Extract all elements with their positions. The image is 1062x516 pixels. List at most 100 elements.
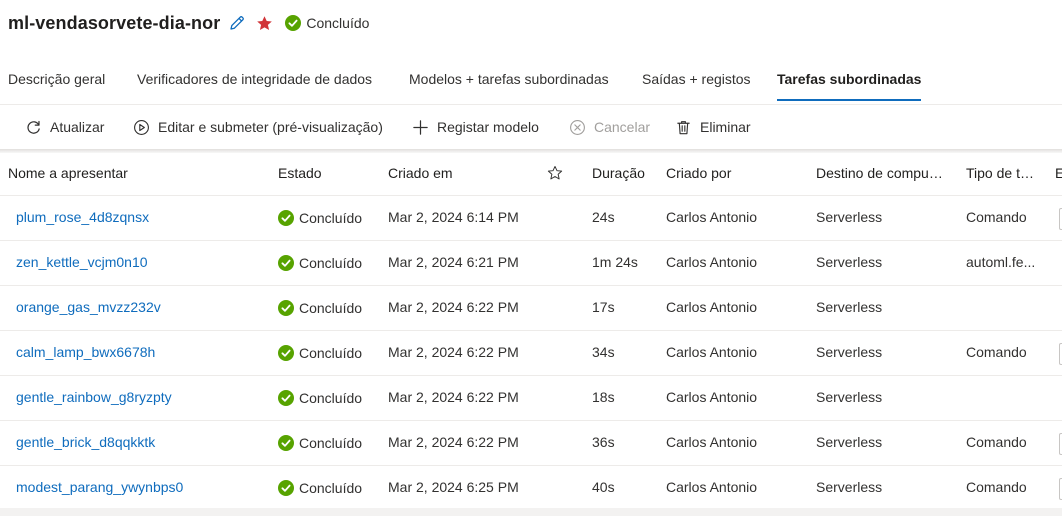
job-name-link[interactable]: zen_kettle_vcjm0n10 xyxy=(16,241,266,285)
job-name-link[interactable]: orange_gas_mvzz232v xyxy=(16,286,266,330)
add-icon xyxy=(413,119,428,135)
job-name-link[interactable]: modest_parang_ywynbps0 xyxy=(16,466,266,510)
edit-submit-label: Editar e submeter (pré-visualização) xyxy=(158,119,383,135)
compute-cell: Serverless xyxy=(816,254,883,270)
tab-overview[interactable]: Descrição geral xyxy=(8,58,105,104)
tab-data-guardrails[interactable]: Verificadores de integridade de dados xyxy=(137,58,372,104)
job-type-cell: Comando xyxy=(966,479,1027,495)
status-cell: Concluído xyxy=(278,421,378,465)
job-name-link[interactable]: gentle_brick_d8qqkktk xyxy=(16,421,266,465)
favorite-star-icon[interactable] xyxy=(256,15,273,32)
cancel-button[interactable]: Cancelar xyxy=(569,105,650,149)
status-cell: Concluído xyxy=(278,331,378,375)
job-type-cell: Comando xyxy=(966,209,1027,225)
success-check-icon xyxy=(278,435,294,451)
duration-cell: 36s xyxy=(592,434,615,450)
status-label: Concluído xyxy=(299,434,363,451)
job-type-cell xyxy=(966,376,1048,420)
created-cell: Mar 2, 2024 6:22 PM xyxy=(388,344,519,360)
tab-models-child-jobs[interactable]: Modelos + tarefas subordinadas xyxy=(409,58,609,104)
status-label: Concluído xyxy=(299,389,363,406)
success-check-icon xyxy=(278,480,294,496)
status-cell: Concluído xyxy=(278,241,378,285)
job-status: Concluído xyxy=(285,15,369,31)
duration-cell: 18s xyxy=(592,389,615,405)
duration-cell: 34s xyxy=(592,344,615,360)
table-header: Nome a apresentar Estado Criado em Duraç… xyxy=(0,153,1062,196)
created-by-cell: Carlos Antonio xyxy=(666,434,758,450)
created-cell: Mar 2, 2024 6:14 PM xyxy=(388,209,519,225)
column-header-duration[interactable]: Duração xyxy=(592,153,662,195)
success-check-icon xyxy=(285,15,302,31)
table-row[interactable]: calm_lamp_bwx6678h Concluído Mar 2, 2024… xyxy=(0,331,1062,376)
column-header-created[interactable]: Criado em xyxy=(388,153,538,195)
table-row[interactable]: plum_rose_4d8zqnsx Concluído Mar 2, 2024… xyxy=(0,196,1062,241)
table-row[interactable]: gentle_rainbow_g8ryzpty Concluído Mar 2,… xyxy=(0,376,1062,421)
status-label: Concluído xyxy=(299,299,363,316)
compute-cell: Serverless xyxy=(816,434,883,450)
created-by-cell: Carlos Antonio xyxy=(666,299,758,315)
compute-cell: Serverless xyxy=(816,299,883,315)
compute-cell: Serverless xyxy=(816,479,883,495)
status-cell: Concluído xyxy=(278,286,378,330)
table-row[interactable]: orange_gas_mvzz232v Concluído Mar 2, 202… xyxy=(0,286,1062,331)
created-by-cell: Carlos Antonio xyxy=(666,389,758,405)
created-cell: Mar 2, 2024 6:25 PM xyxy=(388,479,519,495)
table-row[interactable]: zen_kettle_vcjm0n10 Concluído Mar 2, 202… xyxy=(0,241,1062,286)
success-check-icon xyxy=(278,300,294,316)
job-name-link[interactable]: gentle_rainbow_g8ryzpty xyxy=(16,376,266,420)
cancel-label: Cancelar xyxy=(594,119,651,135)
edit-submit-button[interactable]: Editar e submeter (pré-visualização) xyxy=(133,105,383,149)
job-status-label: Concluído xyxy=(306,15,370,31)
column-header-extra[interactable]: E xyxy=(1055,153,1062,195)
success-check-icon xyxy=(278,345,294,361)
register-model-label: Registar modelo xyxy=(437,119,539,135)
created-cell: Mar 2, 2024 6:22 PM xyxy=(388,299,519,315)
status-cell: Concluído xyxy=(278,196,378,240)
refresh-icon xyxy=(27,120,40,134)
delete-button[interactable]: Eliminar xyxy=(675,105,751,149)
register-model-button[interactable]: Registar modelo xyxy=(412,105,539,149)
job-type-cell: Comando xyxy=(966,344,1027,360)
status-label: Concluído xyxy=(299,344,363,361)
status-cell: Concluído xyxy=(278,376,378,420)
job-name-link[interactable]: plum_rose_4d8zqnsx xyxy=(16,196,266,240)
tab-outputs-logs[interactable]: Saídas + registos xyxy=(642,58,751,104)
status-cell: Concluído xyxy=(278,466,378,510)
table-row[interactable]: modest_parang_ywynbps0 Concluído Mar 2, … xyxy=(0,466,1062,511)
pencil-edit-icon[interactable] xyxy=(228,14,246,32)
refresh-button[interactable]: Atualizar xyxy=(25,105,104,149)
table-row[interactable]: gentle_brick_d8qqkktk Concluído Mar 2, 2… xyxy=(0,421,1062,466)
success-check-icon xyxy=(278,210,294,226)
title-bar: ml-vendasorvete-dia-nor Concluído xyxy=(8,9,369,37)
tab-bar: Descrição geral Verificadores de integri… xyxy=(0,58,1062,105)
play-circle-icon xyxy=(134,119,149,135)
status-label: Concluído xyxy=(299,479,363,496)
column-header-compute-target[interactable]: Destino de compu… xyxy=(816,153,956,195)
delete-label: Eliminar xyxy=(700,119,751,135)
created-by-cell: Carlos Antonio xyxy=(666,254,758,270)
created-by-cell: Carlos Antonio xyxy=(666,209,758,225)
column-header-job-type[interactable]: Tipo de t… xyxy=(966,153,1048,195)
status-label: Concluído xyxy=(299,209,363,226)
column-header-status[interactable]: Estado xyxy=(278,153,368,195)
favorite-column-star-icon[interactable] xyxy=(547,165,563,186)
trash-icon xyxy=(677,120,690,134)
compute-cell: Serverless xyxy=(816,209,883,225)
refresh-label: Atualizar xyxy=(50,119,105,135)
column-header-name[interactable]: Nome a apresentar xyxy=(8,153,248,195)
cancel-circle-icon xyxy=(570,119,585,135)
job-type-cell xyxy=(966,286,1048,330)
job-name-link[interactable]: calm_lamp_bwx6678h xyxy=(16,331,266,375)
grid-bottom-edge xyxy=(0,508,1062,516)
created-by-cell: Carlos Antonio xyxy=(666,344,758,360)
child-jobs-table: plum_rose_4d8zqnsx Concluído Mar 2, 2024… xyxy=(0,196,1062,511)
job-title: ml-vendasorvete-dia-nor xyxy=(8,12,221,33)
tab-child-jobs[interactable]: Tarefas subordinadas xyxy=(777,58,922,104)
created-cell: Mar 2, 2024 6:22 PM xyxy=(388,434,519,450)
column-header-created-by[interactable]: Criado por xyxy=(666,153,806,195)
success-check-icon xyxy=(278,390,294,406)
status-label: Concluído xyxy=(299,254,363,271)
job-type-cell: Comando xyxy=(966,434,1027,450)
created-by-cell: Carlos Antonio xyxy=(666,479,758,495)
